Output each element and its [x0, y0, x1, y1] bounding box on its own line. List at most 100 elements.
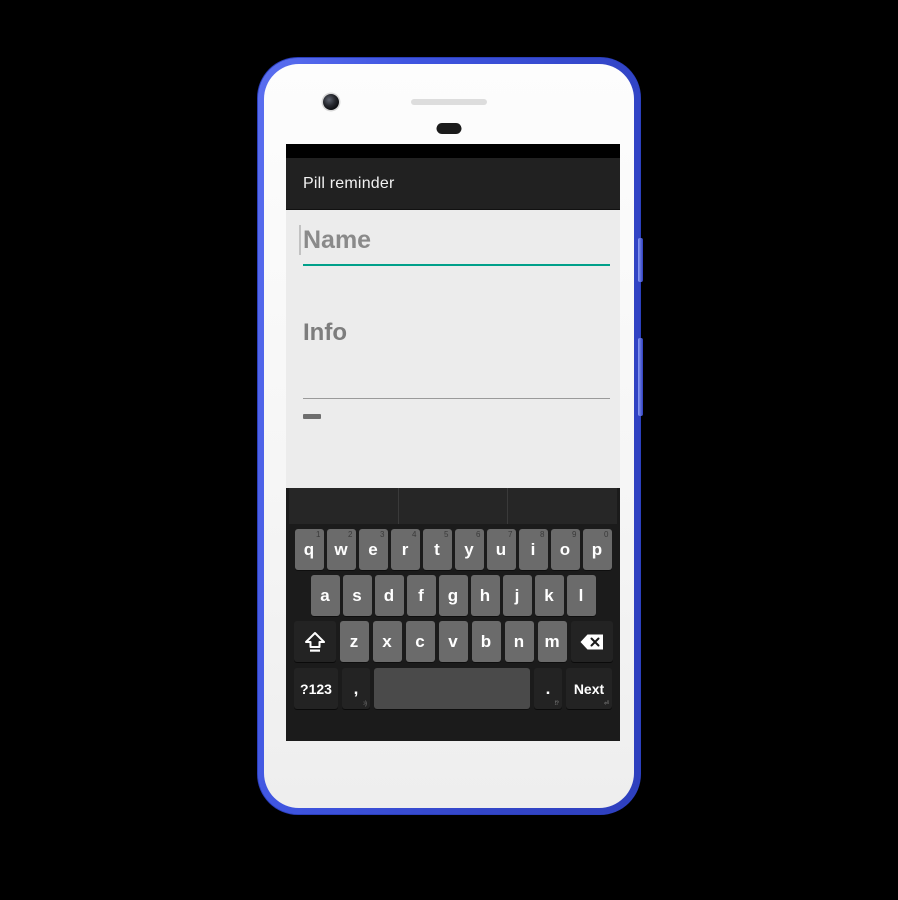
info-field[interactable]: Info — [296, 318, 610, 399]
key-label: k — [544, 585, 554, 605]
name-field[interactable]: Name — [296, 210, 610, 266]
name-field-placeholder: Name — [303, 226, 372, 254]
backspace-icon — [579, 633, 605, 651]
key-label: x — [382, 631, 392, 651]
key-label: q — [303, 539, 315, 559]
suggestion-slot[interactable] — [507, 488, 617, 524]
keyboard-row-1: 1q 2w 3e 4r 5t 6y 7u 8i 9o 0p — [288, 529, 618, 570]
key-label: b — [480, 631, 492, 651]
key-label: n — [513, 631, 525, 651]
key-z[interactable]: z — [339, 621, 369, 662]
key-label: g — [447, 585, 459, 605]
page-title: Pill reminder — [303, 174, 395, 192]
key-hint-num: 5 — [444, 530, 449, 539]
key-label: c — [415, 631, 425, 651]
key-w[interactable]: 2w — [326, 529, 356, 570]
key-e[interactable]: 3e — [358, 529, 388, 570]
suggestion-slot[interactable] — [289, 488, 398, 524]
key-label: ?123 — [300, 680, 332, 697]
power-button[interactable] — [638, 338, 643, 416]
earpiece-speaker-icon — [411, 99, 487, 105]
key-label: u — [495, 539, 507, 559]
status-bar — [286, 144, 620, 158]
key-label: l — [578, 585, 584, 605]
info-field-underline — [303, 398, 610, 399]
key-hint-num: 1 — [316, 530, 321, 539]
key-g[interactable]: g — [438, 575, 468, 616]
dash-marker-row — [296, 414, 610, 419]
form-content: Name Info — [286, 210, 620, 488]
key-label: w — [334, 539, 348, 559]
period-key[interactable]: .!? — [534, 668, 562, 709]
key-label: Next — [573, 680, 605, 697]
keyboard-row-2: a s d f g h j k l — [288, 575, 618, 616]
key-r[interactable]: 4r — [390, 529, 420, 570]
info-field-placeholder: Info — [303, 319, 347, 346]
key-t[interactable]: 5t — [422, 529, 452, 570]
key-hint-num: 9 — [572, 530, 577, 539]
key-c[interactable]: c — [405, 621, 435, 662]
key-m[interactable]: m — [537, 621, 567, 662]
key-label: j — [514, 585, 520, 605]
suggestion-slot[interactable] — [397, 488, 508, 524]
key-y[interactable]: 6y — [454, 529, 484, 570]
key-label: s — [352, 585, 362, 605]
next-action-key[interactable]: Next ⏎ — [566, 668, 612, 709]
key-label: v — [448, 631, 458, 651]
phone-device: Pill reminder Name Info 1 q 2 w 3 e 4 r … — [258, 58, 643, 814]
key-label: o — [559, 539, 571, 559]
key-u[interactable]: 7u — [486, 529, 516, 570]
suggestion-strip — [289, 488, 617, 524]
key-more-dots: ⏎ — [603, 701, 609, 707]
volume-button[interactable] — [638, 238, 643, 282]
key-label: r — [401, 539, 409, 559]
key-d[interactable]: d — [374, 575, 404, 616]
key-label: z — [349, 631, 359, 651]
key-l[interactable]: l — [566, 575, 596, 616]
comma-key[interactable]: , :-) — [342, 668, 370, 709]
shift-key[interactable] — [293, 621, 336, 662]
key-hint-num: 7 — [508, 530, 513, 539]
proximity-sensor-icon — [436, 123, 462, 134]
key-hint-num: 8 — [540, 530, 545, 539]
key-s[interactable]: s — [342, 575, 372, 616]
key-label: e — [368, 539, 378, 559]
keyboard-row-3: z x c v b n m — [288, 621, 618, 662]
key-label: f — [418, 585, 424, 605]
phone-body: Pill reminder Name Info 1 q 2 w 3 e 4 r … — [264, 64, 634, 808]
key-v[interactable]: v — [438, 621, 468, 662]
key-hint-num: 6 — [476, 530, 481, 539]
key-a[interactable]: a — [310, 575, 340, 616]
key-b[interactable]: b — [471, 621, 501, 662]
key-n[interactable]: n — [504, 621, 534, 662]
key-more-dots: :-) — [363, 701, 367, 707]
key-label: i — [530, 539, 536, 559]
dash-marker-icon — [303, 414, 321, 419]
key-p[interactable]: 0p — [582, 529, 612, 570]
key-f[interactable]: f — [406, 575, 436, 616]
backspace-key[interactable] — [570, 621, 613, 662]
key-hint-num: 2 — [348, 530, 353, 539]
front-camera-icon — [323, 94, 339, 110]
text-caret — [299, 225, 301, 255]
key-q[interactable]: 1q — [294, 529, 324, 570]
key-label: m — [544, 631, 560, 651]
key-label: y — [464, 539, 474, 559]
key-hint-num: 3 — [380, 530, 385, 539]
space-key[interactable] — [374, 668, 530, 709]
key-k[interactable]: k — [534, 575, 564, 616]
symbols-key[interactable]: ?123 — [294, 668, 338, 709]
keyboard-row-4: ?123 , :-) .!? Next ⏎ — [288, 668, 618, 709]
soft-keyboard: 1q 2w 3e 4r 5t 6y 7u 8i 9o 0p a s d f g … — [286, 488, 620, 741]
key-hint-num: 0 — [604, 530, 609, 539]
key-h[interactable]: h — [470, 575, 500, 616]
key-i[interactable]: 8i — [518, 529, 548, 570]
key-label: , — [353, 678, 359, 698]
key-label: . — [545, 678, 551, 698]
key-o[interactable]: 9o — [550, 529, 580, 570]
key-j[interactable]: j — [502, 575, 532, 616]
key-label: t — [434, 539, 440, 559]
screenshot-stage: Pill reminder Name Info 1 q 2 w 3 e 4 r … — [0, 0, 898, 900]
key-x[interactable]: x — [372, 621, 402, 662]
shift-icon — [304, 630, 326, 654]
